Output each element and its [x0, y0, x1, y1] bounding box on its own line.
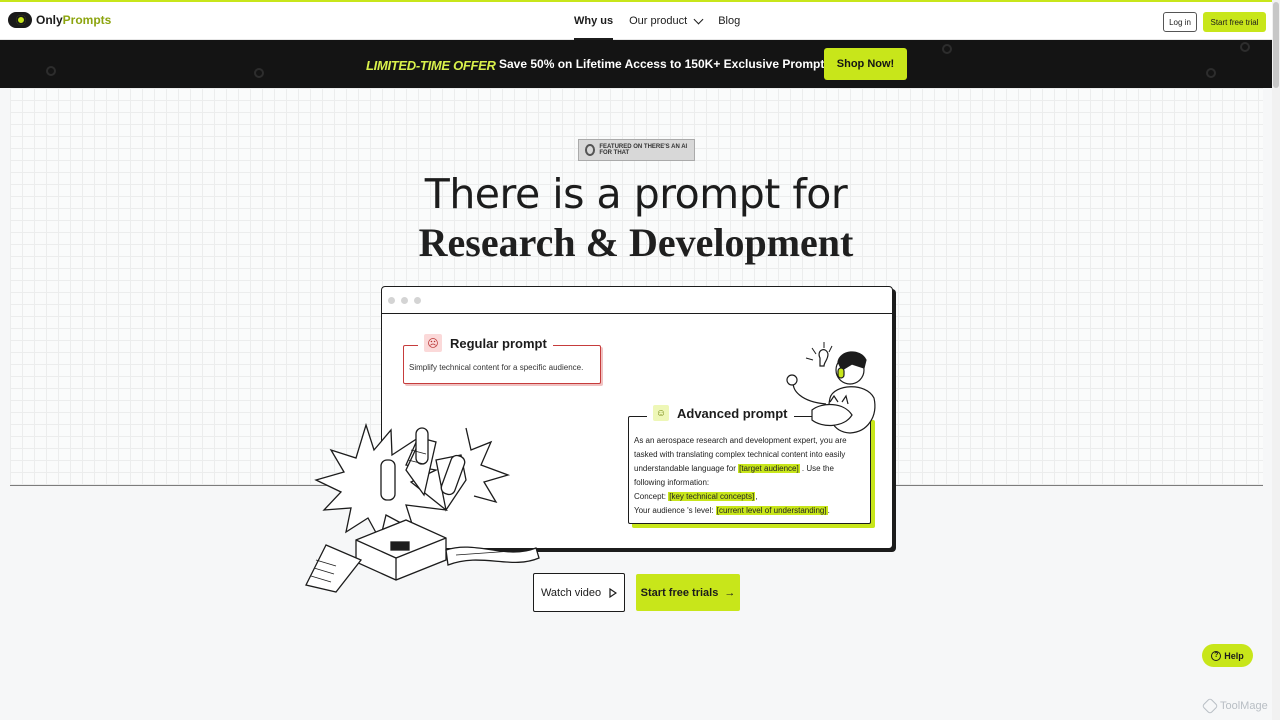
person-with-cat-illustration [786, 342, 876, 434]
arrow-right-icon: → [724, 586, 736, 599]
decor-icon [46, 66, 56, 76]
login-button[interactable]: Log in [1163, 12, 1197, 32]
decor-icon [1206, 68, 1216, 78]
top-navbar: OnlyPrompts Why us Our product Blog Log … [0, 0, 1272, 40]
decor-icon [942, 44, 952, 54]
variable-target-audience: [target audience] [738, 464, 800, 473]
play-icon [609, 587, 618, 598]
papers-box-illustration [305, 422, 540, 593]
variable-key-concepts: [key technical concepts] [668, 492, 756, 501]
main-nav: Why us Our product Blog [566, 2, 748, 40]
help-button[interactable]: ? Help [1202, 644, 1253, 667]
advanced-prompt-title: Advanced prompt [677, 405, 788, 421]
offer-tag: LIMITED-TIME OFFER [366, 58, 496, 73]
smile-face-icon: ☺ [653, 405, 669, 421]
start-free-trial-button[interactable]: Start free trial [1203, 12, 1266, 32]
browser-titlebar [382, 287, 892, 314]
watermark-logo-icon [1201, 697, 1219, 715]
nav-item-our-product[interactable]: Our product [621, 2, 710, 40]
scrollbar-thumb[interactable] [1273, 2, 1279, 88]
decor-icon [1240, 42, 1250, 52]
page-scrollbar[interactable] [1272, 0, 1280, 720]
chevron-down-icon [693, 14, 704, 24]
regular-prompt-title: Regular prompt [450, 335, 547, 351]
variable-level: [current level of understanding] [715, 506, 828, 515]
advanced-prompt-text: As an aerospace research and development… [634, 436, 847, 515]
watermark: ToolMage [1201, 697, 1268, 715]
window-dot [414, 296, 421, 304]
watch-video-button[interactable]: Watch video [533, 573, 625, 612]
question-icon: ? [1211, 650, 1222, 661]
nav-item-why-us[interactable]: Why us [566, 2, 621, 40]
featured-badge[interactable]: FEATURED ON THERE'S AN AI FOR THAT [578, 139, 695, 161]
promo-banner: LIMITED-TIME OFFER Save 50% on Lifetime … [0, 40, 1272, 88]
offer-text: Save 50% on Lifetime Access to 150K+ Exc… [499, 57, 836, 71]
badge-icon [585, 144, 596, 156]
start-free-trials-button[interactable]: Start free trials → [636, 574, 740, 611]
regular-prompt-card: ☹ Regular prompt Simplify technical cont… [403, 334, 601, 384]
logo-icon [8, 12, 32, 28]
decor-icon [254, 68, 264, 78]
hero-title-line2: Research & Development [418, 220, 854, 265]
regular-prompt-text: Simplify technical content for a specifi… [409, 363, 584, 372]
window-dot [388, 296, 395, 304]
hero-title-line1: There is a prompt for [424, 170, 848, 218]
sad-face-icon: ☹ [424, 334, 442, 352]
window-dot [401, 296, 408, 304]
shop-now-button[interactable]: Shop Now! [824, 48, 907, 80]
nav-item-blog[interactable]: Blog [710, 2, 748, 40]
brand-logo[interactable]: OnlyPrompts [8, 12, 111, 28]
brand-name: OnlyPrompts [36, 13, 112, 27]
